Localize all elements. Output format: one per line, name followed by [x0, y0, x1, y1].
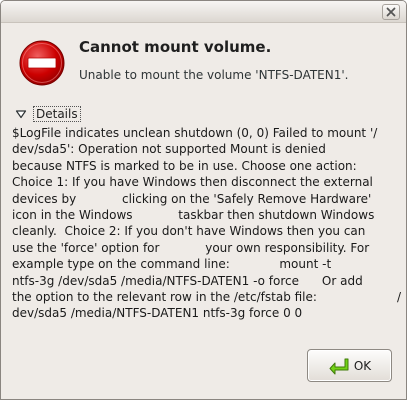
stop-icon: [19, 40, 65, 86]
expander-arrow-icon: [15, 110, 27, 119]
close-button[interactable]: [382, 4, 400, 20]
close-icon: [386, 7, 396, 17]
details-line: ntfs-3g /dev/sda5 /media/NTFS-DATEN1 -o …: [12, 273, 363, 288]
details-line: Choice 1: If you have Windows then disco…: [12, 175, 373, 190]
details-line: cleanly. Choice 2: If you don't have Win…: [12, 224, 366, 239]
details-label: Details: [33, 106, 81, 122]
details-line: the option to the relevant row in the /e…: [12, 290, 402, 305]
details-line: $LogFile indicates unclean shutdown (0, …: [12, 126, 378, 140]
dialog-content: Cannot mount volume. Unable to mount the…: [1, 23, 406, 399]
dialog-heading: Cannot mount volume.: [79, 38, 272, 56]
details-line: use the 'force' option for your own resp…: [12, 240, 370, 255]
dialog-window: Cannot mount volume. Unable to mount the…: [0, 0, 407, 400]
title-bar[interactable]: [1, 1, 406, 23]
ok-label: OK: [353, 358, 372, 373]
details-line: because NTFS is marked to be in use. Cho…: [12, 158, 357, 173]
details-line: dev/sda5': Operation not supported Mount…: [12, 142, 326, 157]
ok-button[interactable]: OK: [307, 349, 392, 382]
details-text: $LogFile indicates unclean shutdown (0, …: [12, 125, 404, 322]
details-line: dev/sda5 /media/NTFS-DATEN1 ntfs-3g forc…: [12, 306, 303, 321]
details-expander[interactable]: Details: [15, 106, 81, 122]
dialog-message: Unable to mount the volume 'NTFS-DATEN1'…: [79, 68, 349, 82]
details-line: devices by clicking on the 'Safely Remov…: [12, 191, 372, 206]
enter-arrow-icon: [329, 358, 349, 374]
details-line: icon in the Windows taskbar then shutdow…: [12, 208, 375, 223]
details-line: example type on the command line: mount …: [12, 257, 332, 272]
